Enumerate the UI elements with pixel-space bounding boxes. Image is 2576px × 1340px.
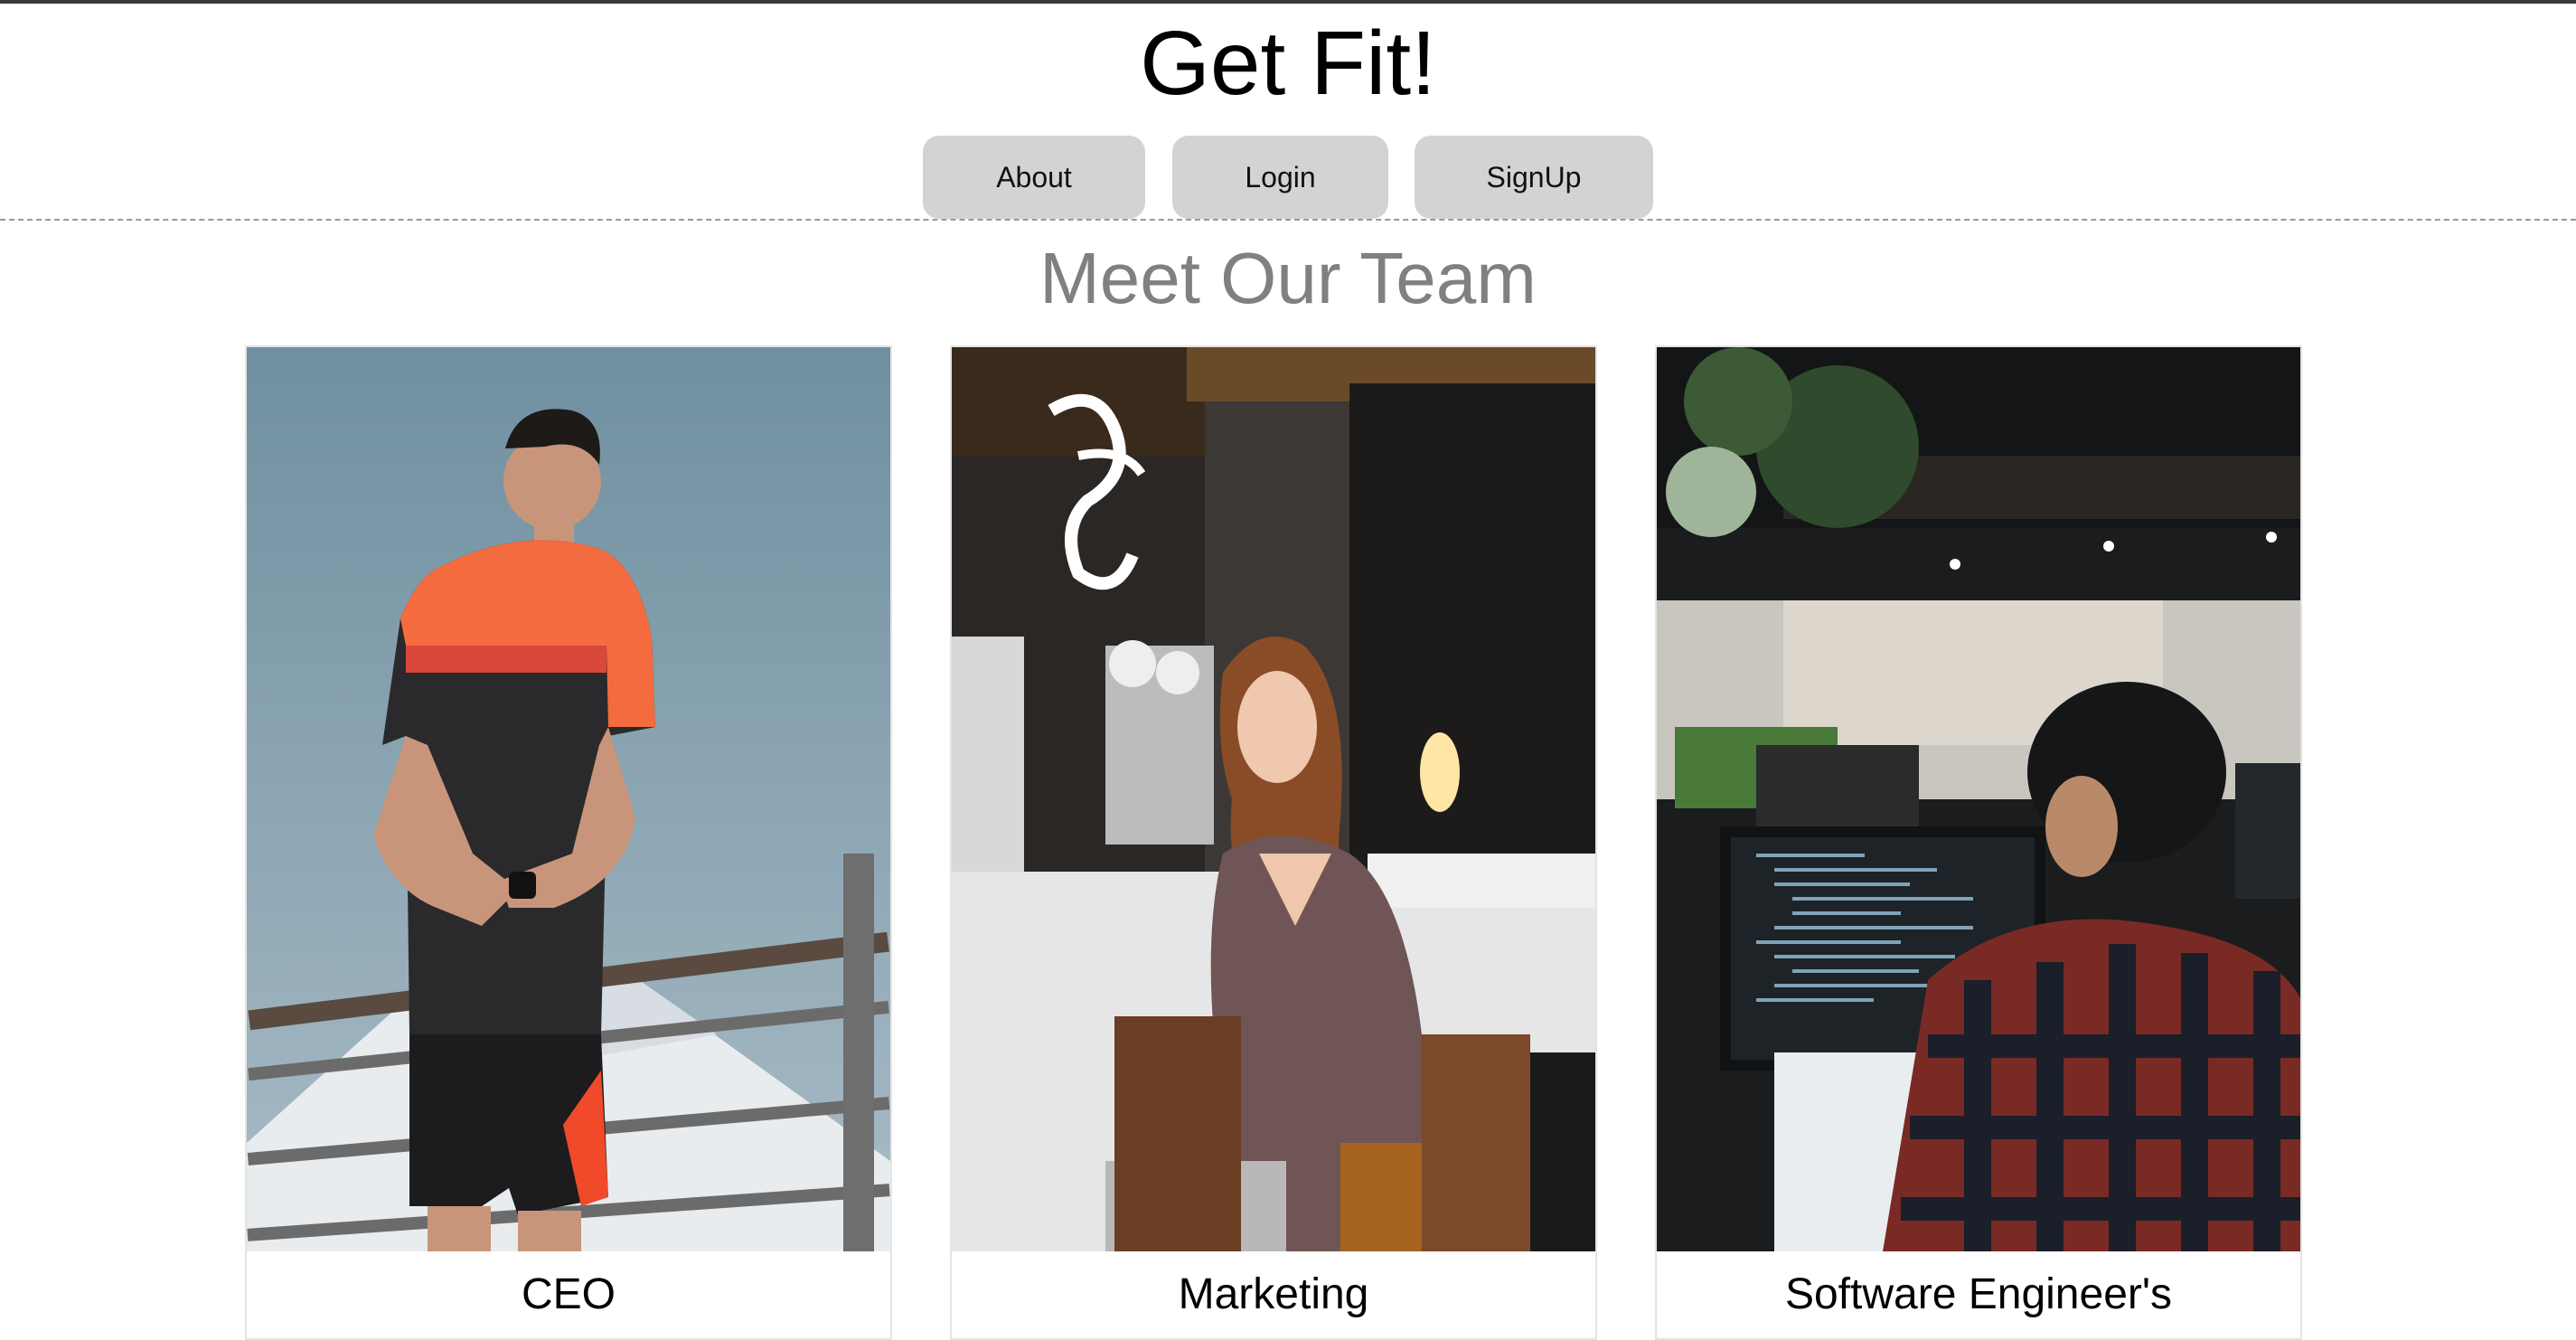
- team-card-marketing: Marketing: [950, 345, 1597, 1340]
- top-border: [0, 0, 2576, 4]
- login-button[interactable]: Login: [1172, 136, 1388, 219]
- member-role: CEO: [521, 1270, 616, 1318]
- team-card-ceo: CEO: [245, 345, 892, 1340]
- signup-button[interactable]: SignUp: [1415, 136, 1653, 219]
- main-nav: About Login SignUp: [0, 136, 2576, 219]
- office-coder-photo: [1657, 347, 2300, 1251]
- team-card-engineer: Software Engineer's: [1655, 345, 2302, 1340]
- site-title: Get Fit!: [1140, 13, 1436, 114]
- team-heading: Meet Our Team: [1039, 238, 1537, 318]
- header-divider: [0, 219, 2576, 221]
- member-role: Marketing: [1178, 1270, 1369, 1318]
- cafe-laptop-photo: [952, 347, 1595, 1251]
- about-button[interactable]: About: [923, 136, 1145, 219]
- member-role: Software Engineer's: [1784, 1270, 2173, 1318]
- athlete-photo: [247, 347, 890, 1251]
